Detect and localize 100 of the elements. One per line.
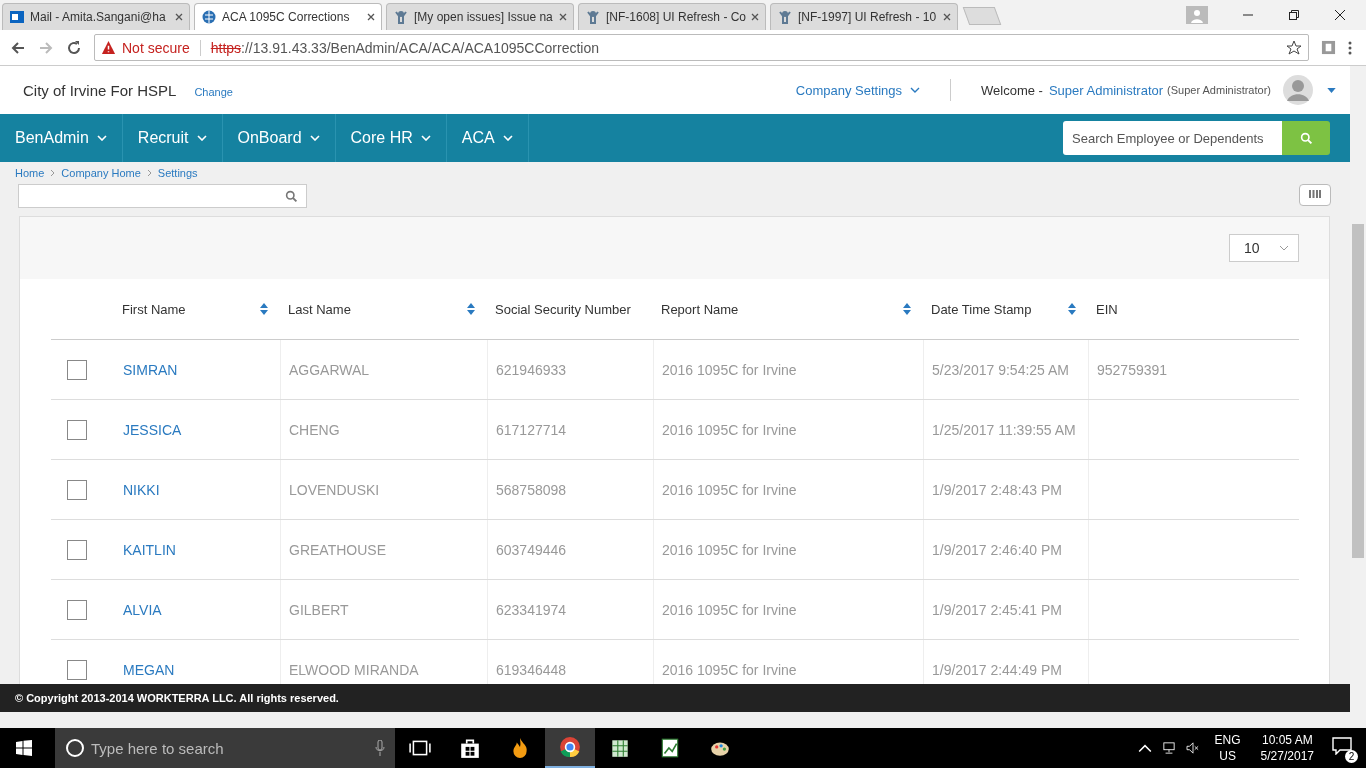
employee-name-link[interactable]: SIMRAN <box>123 361 178 378</box>
table-cell: 2016 1095C for Irvine <box>662 421 797 438</box>
employee-name-link[interactable]: KAITLIN <box>123 541 176 558</box>
chevron-up-icon[interactable] <box>1137 742 1152 754</box>
table-cell: 2016 1095C for Irvine <box>662 361 797 378</box>
browser-tab[interactable]: [NF-1608] UI Refresh - Co <box>578 3 766 30</box>
table-cell: 1/9/2017 2:44:49 PM <box>932 661 1062 678</box>
table-cell: 2016 1095C for Irvine <box>662 601 797 618</box>
column-header: Date Time Stamp <box>931 301 1032 317</box>
sort-icon[interactable] <box>467 303 475 315</box>
row-checkbox[interactable] <box>67 599 87 620</box>
caret-icon[interactable] <box>1327 87 1336 93</box>
table-cell: 2016 1095C for Irvine <box>662 481 797 498</box>
spreadsheet-app-icon[interactable] <box>609 737 631 759</box>
row-checkbox[interactable] <box>67 359 87 380</box>
employee-name-link[interactable]: NIKKI <box>123 481 160 498</box>
table-cell: 621946933 <box>496 361 567 378</box>
breadcrumb-link[interactable]: Settings <box>157 167 198 179</box>
employee-search-field[interactable]: Search Employee or Dependents <box>1063 121 1282 155</box>
employee-name-link[interactable]: ALVIA <box>123 601 162 618</box>
search-icon <box>285 189 298 203</box>
microphone-icon[interactable] <box>375 740 385 756</box>
breadcrumb-link[interactable]: Home <box>15 167 45 179</box>
column-header: First Name <box>122 301 186 317</box>
chrome-icon[interactable] <box>559 736 581 758</box>
user-role: (Super Administrator) <box>1167 84 1271 96</box>
bug-icon <box>777 9 793 25</box>
chevron-down-icon <box>910 87 920 93</box>
employee-name-link[interactable]: JESSICA <box>123 421 182 438</box>
bug-icon <box>585 9 601 25</box>
speaker-muted-icon[interactable] <box>1185 742 1200 754</box>
restore-icon[interactable] <box>1288 9 1300 21</box>
table-cell: 603749446 <box>496 541 567 558</box>
copyright-text: © Copyright 2013-2014 WORKTERRA LLC. All rights reserved. <box>15 692 339 704</box>
table-cell: ELWOOD MIRANDA <box>289 661 419 678</box>
close-icon[interactable] <box>1334 9 1346 21</box>
bookmark-star-icon[interactable] <box>1286 39 1302 56</box>
globe-icon <box>201 9 217 25</box>
chevron-down-icon <box>96 135 107 141</box>
chart-document-icon[interactable] <box>659 737 681 759</box>
address-bar[interactable]: Not secure https://13.91.43.33/BenAdmin/ACA/ACA/ACA1095CCorrection <box>94 34 1309 61</box>
avatar-icon[interactable] <box>1283 75 1313 105</box>
menu-icon[interactable] <box>1348 39 1352 56</box>
warning-icon <box>101 40 116 55</box>
browser-tab[interactable]: [NF-1997] UI Refresh - 10 <box>770 3 958 30</box>
column-header: EIN <box>1096 301 1118 317</box>
row-checkbox[interactable] <box>67 419 87 440</box>
table-cell: 2016 1095C for Irvine <box>662 541 797 558</box>
table-cell: 623341974 <box>496 601 567 618</box>
region-label[interactable]: US <box>1219 748 1236 764</box>
table-cell: AGGARWAL <box>289 361 370 378</box>
browser-tab[interactable]: ACA 1095C Corrections <box>194 3 382 30</box>
network-icon[interactable] <box>1161 742 1176 754</box>
sort-icon[interactable] <box>903 303 911 315</box>
welcome-label: Welcome - <box>981 82 1043 98</box>
employee-name-link[interactable]: MEGAN <box>123 661 175 678</box>
table-cell: 5/23/2017 9:54:25 AM <box>932 361 1069 378</box>
chevron-down-icon <box>196 135 207 141</box>
table-cell: GILBERT <box>289 601 349 618</box>
chevron-down-icon <box>502 135 513 141</box>
table-cell: 1/9/2017 2:46:40 PM <box>932 541 1062 558</box>
page-size-select[interactable]: 10 <box>1229 234 1299 262</box>
column-header: Last Name <box>288 301 351 317</box>
chevron-right-icon <box>146 169 152 177</box>
table-cell: 2016 1095C for Irvine <box>662 661 797 678</box>
notification-badge: 2 <box>1345 750 1358 763</box>
scrollbar[interactable] <box>1350 66 1366 728</box>
chevron-down-icon <box>1279 245 1289 251</box>
reload-icon[interactable] <box>66 39 82 56</box>
windows-start-icon[interactable] <box>16 740 32 756</box>
table-cell: 568758098 <box>496 481 567 498</box>
mail-icon <box>9 9 25 25</box>
back-icon[interactable] <box>10 39 26 56</box>
taskbar-search-field[interactable]: Type here to search <box>55 728 395 768</box>
company-name: City of Irvine For HSPL <box>23 81 177 99</box>
language-label[interactable]: ENG <box>1214 732 1241 748</box>
table-cell: LOVENDUSKI <box>289 481 380 498</box>
store-icon[interactable] <box>459 737 481 759</box>
table-cell: 619346448 <box>496 661 567 678</box>
clock-date[interactable]: 5/27/2017 <box>1260 748 1314 764</box>
table-cell: 1/9/2017 2:45:41 PM <box>932 601 1062 618</box>
change-link[interactable]: Change <box>194 85 233 98</box>
extension-icon[interactable] <box>1321 40 1336 55</box>
browser-tab[interactable]: Mail - Amita.Sangani@ha <box>2 3 190 30</box>
sort-icon[interactable] <box>260 303 268 315</box>
browser-tab[interactable]: [My open issues] Issue na <box>386 3 574 30</box>
breadcrumb-link[interactable]: Company Home <box>61 167 141 179</box>
filter-search-field[interactable] <box>18 184 307 208</box>
table-cell: 1/9/2017 2:48:43 PM <box>932 481 1062 498</box>
clock-time[interactable]: 10:05 AM <box>1261 732 1313 748</box>
row-checkbox[interactable] <box>67 539 87 560</box>
close-icon[interactable] <box>367 13 375 21</box>
user-name-link[interactable]: Super Administrator <box>1048 82 1164 98</box>
sort-icon[interactable] <box>1068 303 1076 315</box>
table-cell: 617127714 <box>496 421 567 438</box>
columns-button[interactable] <box>1299 184 1331 206</box>
row-checkbox[interactable] <box>67 659 87 680</box>
column-header: Report Name <box>661 301 739 317</box>
company-settings-menu[interactable]: Company Settings <box>795 82 920 98</box>
row-checkbox[interactable] <box>67 479 87 500</box>
